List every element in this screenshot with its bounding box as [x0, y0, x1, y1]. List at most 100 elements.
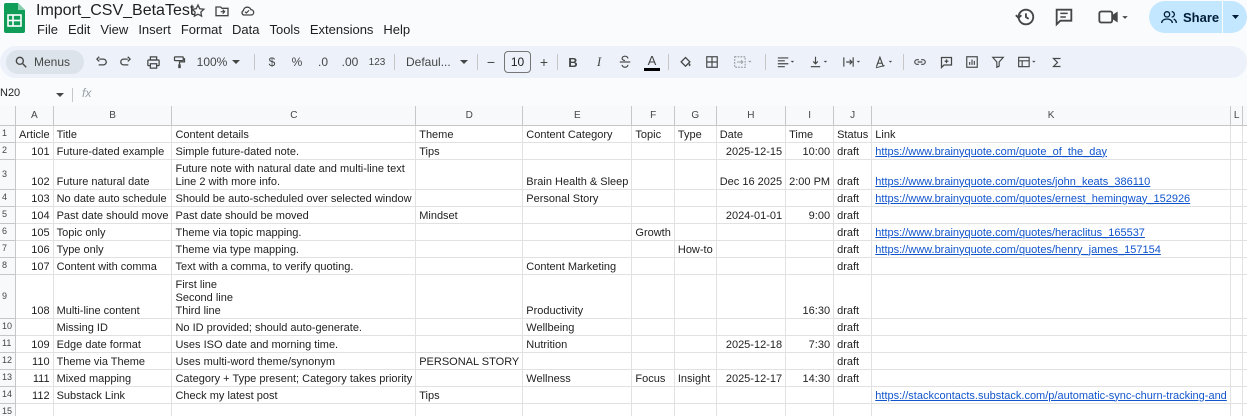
cell-k15[interactable]	[871, 403, 1231, 416]
share-dropdown-button[interactable]	[1222, 1, 1247, 33]
cell-i15[interactable]	[785, 403, 835, 416]
row-header-2[interactable]: 2	[0, 142, 17, 160]
row-header-11[interactable]: 11	[0, 335, 17, 353]
row-header-3[interactable]: 3	[0, 159, 17, 190]
cloud-status-icon[interactable]	[238, 3, 256, 19]
version-history-icon[interactable]	[1013, 6, 1037, 28]
cell-m10[interactable]	[1242, 318, 1247, 336]
column-header-d[interactable]: D	[415, 106, 524, 126]
paint-format-button[interactable]	[169, 46, 189, 78]
print-button[interactable]	[143, 46, 163, 78]
cell-i4[interactable]	[785, 189, 835, 207]
formula-input[interactable]	[100, 86, 1240, 104]
cell-f9[interactable]	[631, 274, 675, 319]
cell-a3[interactable]: 102	[15, 159, 54, 190]
cell-m1[interactable]	[1242, 125, 1247, 143]
cell-c3[interactable]: Future note with natural date and multi-…	[171, 159, 417, 190]
cell-g14[interactable]	[674, 386, 717, 404]
cell-f5[interactable]	[631, 206, 675, 224]
cell-b3[interactable]: Future natural date	[53, 159, 173, 190]
cell-b2[interactable]: Future-dated example	[53, 142, 173, 160]
text-wrapping-button[interactable]	[838, 46, 866, 78]
cell-j11[interactable]: draft	[833, 335, 873, 353]
cell-l9[interactable]	[1230, 274, 1244, 319]
italic-button[interactable]: I	[591, 46, 607, 78]
cell-m11[interactable]	[1242, 335, 1247, 353]
cell-e6[interactable]	[522, 223, 633, 241]
cell-a9[interactable]: 108	[15, 274, 54, 319]
cell-j4[interactable]: draft	[833, 189, 873, 207]
cell-m3[interactable]	[1242, 159, 1247, 190]
insert-link-button[interactable]	[910, 46, 930, 78]
strikethrough-button[interactable]	[616, 46, 634, 78]
star-icon[interactable]	[190, 3, 206, 19]
cell-d14[interactable]: Tips	[415, 386, 524, 404]
cell-a8[interactable]: 107	[15, 257, 54, 275]
cell-l13[interactable]	[1230, 369, 1244, 387]
column-header-e[interactable]: E	[522, 106, 633, 126]
cell-e4[interactable]: Personal Story	[522, 189, 633, 207]
cell-m4[interactable]	[1242, 189, 1247, 207]
cell-h9[interactable]	[716, 274, 787, 319]
cell-a11[interactable]: 109	[15, 335, 54, 353]
cell-d10[interactable]	[415, 318, 524, 336]
cell-m9[interactable]	[1242, 274, 1247, 319]
cell-k10[interactable]	[871, 318, 1231, 336]
cell-d12[interactable]: PERSONAL STORY	[415, 352, 524, 370]
cell-g12[interactable]	[674, 352, 717, 370]
cell-e14[interactable]	[522, 386, 633, 404]
merge-cells-button[interactable]	[728, 46, 760, 78]
borders-button[interactable]	[703, 46, 721, 78]
share-button[interactable]: Share	[1149, 1, 1229, 33]
cell-g1[interactable]: Type	[674, 125, 717, 143]
cell-h8[interactable]	[716, 257, 787, 275]
cell-k11[interactable]	[871, 335, 1231, 353]
cell-d7[interactable]	[415, 240, 524, 258]
filter-views-button[interactable]	[1013, 46, 1043, 78]
cell-a12[interactable]: 110	[15, 352, 54, 370]
cell-d2[interactable]: Tips	[415, 142, 524, 160]
functions-button[interactable]	[1048, 46, 1066, 78]
cell-g4[interactable]	[674, 189, 717, 207]
cell-j15[interactable]	[833, 403, 873, 416]
cell-f10[interactable]	[631, 318, 675, 336]
cell-l4[interactable]	[1230, 189, 1244, 207]
column-header-b[interactable]: B	[53, 106, 173, 126]
cell-i14[interactable]	[785, 386, 835, 404]
cell-m12[interactable]	[1242, 352, 1247, 370]
cell-d9[interactable]	[415, 274, 524, 319]
undo-button[interactable]	[92, 46, 110, 78]
cell-j13[interactable]: draft	[833, 369, 873, 387]
document-title[interactable]: Import_CSV_BetaTest	[36, 2, 194, 20]
cell-h5[interactable]: 2024-01-01	[716, 206, 787, 224]
cell-k9[interactable]	[871, 274, 1231, 319]
cell-h3[interactable]: Dec 16 2025	[716, 159, 787, 190]
caret-down-icon[interactable]	[55, 91, 65, 99]
cell-g7[interactable]: How-to	[674, 240, 717, 258]
decrease-decimal-button[interactable]: .0	[312, 46, 334, 78]
cell-d15[interactable]	[415, 403, 524, 416]
menu-data[interactable]: Data	[232, 22, 259, 37]
cell-c1[interactable]: Content details	[171, 125, 417, 143]
cell-f13[interactable]: Focus	[631, 369, 675, 387]
cell-e10[interactable]: Wellbeing	[522, 318, 633, 336]
row-header-12[interactable]: 12	[0, 352, 17, 370]
cell-a7[interactable]: 106	[15, 240, 54, 258]
cell-b15[interactable]	[53, 403, 173, 416]
menu-format[interactable]: Format	[181, 22, 222, 37]
text-color-button[interactable]: A	[642, 46, 662, 78]
cell-f6[interactable]: Growth	[631, 223, 675, 241]
cell-i9[interactable]: 16:30	[785, 274, 835, 319]
cell-c14[interactable]: Check my latest post	[171, 386, 417, 404]
cell-h12[interactable]	[716, 352, 787, 370]
cell-f4[interactable]	[631, 189, 675, 207]
cell-b10[interactable]: Missing ID	[53, 318, 173, 336]
row-header-7[interactable]: 7	[0, 240, 17, 258]
cell-c5[interactable]: Past date should be moved	[171, 206, 417, 224]
menu-tools[interactable]: Tools	[269, 22, 299, 37]
cell-l3[interactable]	[1230, 159, 1244, 190]
cell-m6[interactable]	[1242, 223, 1247, 241]
cell-f2[interactable]	[631, 142, 675, 160]
cell-a13[interactable]: 111	[15, 369, 54, 387]
column-header-c[interactable]: C	[171, 106, 417, 126]
